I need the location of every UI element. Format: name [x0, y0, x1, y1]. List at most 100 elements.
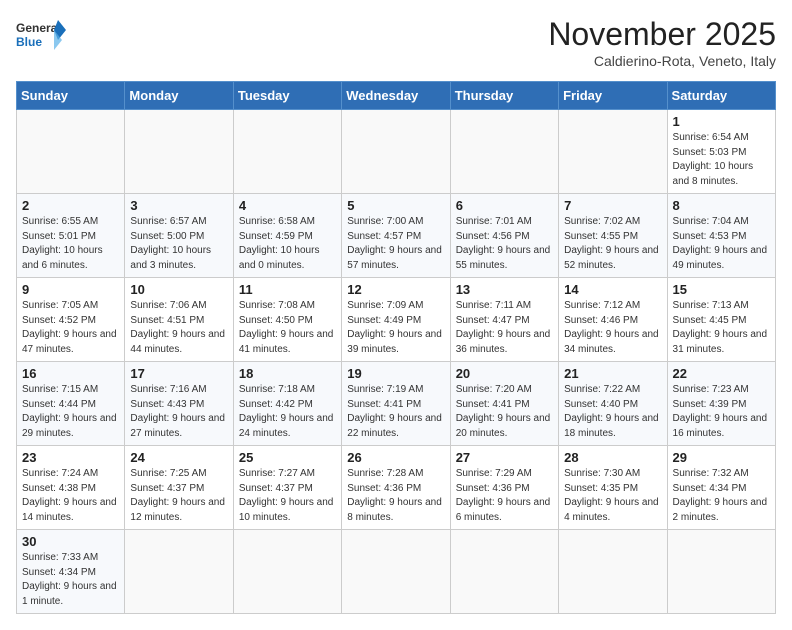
- calendar-cell: 1Sunrise: 6:54 AM Sunset: 5:03 PM Daylig…: [667, 110, 775, 194]
- calendar-week-row: 2 Sunrise: 6:55 AM Sunset: 5:01 PM Daylig…: [17, 194, 776, 278]
- calendar-cell: 28 Sunrise: 7:30 AM Sunset: 4:35 PM Dayli…: [559, 446, 667, 530]
- day-number: 5: [347, 198, 444, 213]
- day-number: 25: [239, 450, 336, 465]
- day-info: Sunrise: 7:23 AM Sunset: 4:39 PM Dayligh…: [673, 383, 770, 441]
- svg-text:General: General: [16, 21, 61, 35]
- day-number: 17: [130, 366, 227, 381]
- day-info: Sunrise: 6:57 AM Sunset: 5:00 PM Dayligh…: [130, 215, 227, 273]
- day-number: 21: [564, 366, 661, 381]
- calendar-cell: 29Sunrise: 7:32 AM Sunset: 4:34 PM Dayli…: [667, 446, 775, 530]
- day-info: Sunrise: 7:13 AM Sunset: 4:45 PM Dayligh…: [673, 299, 770, 357]
- day-number: 2: [22, 198, 119, 213]
- weekday-header: Friday: [559, 82, 667, 110]
- day-info: Sunrise: 7:18 AM Sunset: 4:42 PM Dayligh…: [239, 383, 336, 441]
- calendar-cell: 2 Sunrise: 6:55 AM Sunset: 5:01 PM Daylig…: [17, 194, 125, 278]
- location-subtitle: Caldierino-Rota, Veneto, Italy: [548, 53, 776, 69]
- day-number: 19: [347, 366, 444, 381]
- day-number: 9: [22, 282, 119, 297]
- day-number: 8: [673, 198, 770, 213]
- calendar-cell: [450, 530, 558, 614]
- month-year-title: November 2025: [548, 16, 776, 53]
- calendar-cell: 24 Sunrise: 7:25 AM Sunset: 4:37 PM Dayli…: [125, 446, 233, 530]
- calendar-cell: [342, 110, 450, 194]
- weekday-header: Saturday: [667, 82, 775, 110]
- day-info: Sunrise: 7:33 AM Sunset: 4:34 PM Dayligh…: [22, 551, 119, 609]
- calendar-cell: [559, 110, 667, 194]
- weekday-header-row: SundayMondayTuesdayWednesdayThursdayFrid…: [17, 82, 776, 110]
- weekday-header: Monday: [125, 82, 233, 110]
- day-info: Sunrise: 7:19 AM Sunset: 4:41 PM Dayligh…: [347, 383, 444, 441]
- day-number: 30: [22, 534, 119, 549]
- logo-svg: General Blue: [16, 16, 66, 60]
- calendar-cell: 21 Sunrise: 7:22 AM Sunset: 4:40 PM Dayli…: [559, 362, 667, 446]
- weekday-header: Wednesday: [342, 82, 450, 110]
- calendar-week-row: 9Sunrise: 7:05 AM Sunset: 4:52 PM Daylig…: [17, 278, 776, 362]
- day-info: Sunrise: 7:00 AM Sunset: 4:57 PM Dayligh…: [347, 215, 444, 273]
- calendar-cell: 8Sunrise: 7:04 AM Sunset: 4:53 PM Daylig…: [667, 194, 775, 278]
- day-info: Sunrise: 7:22 AM Sunset: 4:40 PM Dayligh…: [564, 383, 661, 441]
- calendar-cell: 19 Sunrise: 7:19 AM Sunset: 4:41 PM Dayli…: [342, 362, 450, 446]
- day-number: 27: [456, 450, 553, 465]
- calendar-week-row: 23 Sunrise: 7:24 AM Sunset: 4:38 PM Dayli…: [17, 446, 776, 530]
- day-info: Sunrise: 7:11 AM Sunset: 4:47 PM Dayligh…: [456, 299, 553, 357]
- calendar-cell: 11Sunrise: 7:08 AM Sunset: 4:50 PM Dayli…: [233, 278, 341, 362]
- day-info: Sunrise: 7:32 AM Sunset: 4:34 PM Dayligh…: [673, 467, 770, 525]
- calendar-cell: 30 Sunrise: 7:33 AM Sunset: 4:34 PM Dayli…: [17, 530, 125, 614]
- day-info: Sunrise: 7:27 AM Sunset: 4:37 PM Dayligh…: [239, 467, 336, 525]
- day-number: 28: [564, 450, 661, 465]
- calendar-cell: 26Sunrise: 7:28 AM Sunset: 4:36 PM Dayli…: [342, 446, 450, 530]
- day-number: 10: [130, 282, 227, 297]
- day-info: Sunrise: 7:01 AM Sunset: 4:56 PM Dayligh…: [456, 215, 553, 273]
- day-info: Sunrise: 7:29 AM Sunset: 4:36 PM Dayligh…: [456, 467, 553, 525]
- calendar-cell: 7 Sunrise: 7:02 AM Sunset: 4:55 PM Daylig…: [559, 194, 667, 278]
- calendar-cell: 4Sunrise: 6:58 AM Sunset: 4:59 PM Daylig…: [233, 194, 341, 278]
- day-number: 22: [673, 366, 770, 381]
- day-number: 23: [22, 450, 119, 465]
- weekday-header: Tuesday: [233, 82, 341, 110]
- calendar-table: SundayMondayTuesdayWednesdayThursdayFrid…: [16, 81, 776, 614]
- calendar-cell: [125, 110, 233, 194]
- calendar-cell: 10 Sunrise: 7:06 AM Sunset: 4:51 PM Dayli…: [125, 278, 233, 362]
- day-number: 16: [22, 366, 119, 381]
- calendar-cell: 23 Sunrise: 7:24 AM Sunset: 4:38 PM Dayli…: [17, 446, 125, 530]
- day-info: Sunrise: 7:24 AM Sunset: 4:38 PM Dayligh…: [22, 467, 119, 525]
- day-number: 7: [564, 198, 661, 213]
- day-info: Sunrise: 7:20 AM Sunset: 4:41 PM Dayligh…: [456, 383, 553, 441]
- calendar-week-row: 1Sunrise: 6:54 AM Sunset: 5:03 PM Daylig…: [17, 110, 776, 194]
- calendar-cell: [17, 110, 125, 194]
- day-info: Sunrise: 7:30 AM Sunset: 4:35 PM Dayligh…: [564, 467, 661, 525]
- calendar-week-row: 30 Sunrise: 7:33 AM Sunset: 4:34 PM Dayli…: [17, 530, 776, 614]
- day-info: Sunrise: 7:28 AM Sunset: 4:36 PM Dayligh…: [347, 467, 444, 525]
- calendar-cell: 13 Sunrise: 7:11 AM Sunset: 4:47 PM Dayli…: [450, 278, 558, 362]
- day-number: 12: [347, 282, 444, 297]
- day-info: Sunrise: 7:08 AM Sunset: 4:50 PM Dayligh…: [239, 299, 336, 357]
- day-info: Sunrise: 6:55 AM Sunset: 5:01 PM Dayligh…: [22, 215, 119, 273]
- calendar-cell: [450, 110, 558, 194]
- calendar-cell: 22 Sunrise: 7:23 AM Sunset: 4:39 PM Dayli…: [667, 362, 775, 446]
- calendar-cell: 3Sunrise: 6:57 AM Sunset: 5:00 PM Daylig…: [125, 194, 233, 278]
- day-number: 13: [456, 282, 553, 297]
- day-info: Sunrise: 7:15 AM Sunset: 4:44 PM Dayligh…: [22, 383, 119, 441]
- calendar-cell: [342, 530, 450, 614]
- calendar-cell: 15 Sunrise: 7:13 AM Sunset: 4:45 PM Dayli…: [667, 278, 775, 362]
- calendar-cell: 9Sunrise: 7:05 AM Sunset: 4:52 PM Daylig…: [17, 278, 125, 362]
- day-info: Sunrise: 7:09 AM Sunset: 4:49 PM Dayligh…: [347, 299, 444, 357]
- day-info: Sunrise: 7:06 AM Sunset: 4:51 PM Dayligh…: [130, 299, 227, 357]
- day-number: 4: [239, 198, 336, 213]
- weekday-header: Sunday: [17, 82, 125, 110]
- calendar-cell: 25 Sunrise: 7:27 AM Sunset: 4:37 PM Dayli…: [233, 446, 341, 530]
- day-info: Sunrise: 7:02 AM Sunset: 4:55 PM Dayligh…: [564, 215, 661, 273]
- day-info: Sunrise: 7:12 AM Sunset: 4:46 PM Dayligh…: [564, 299, 661, 357]
- day-info: Sunrise: 7:25 AM Sunset: 4:37 PM Dayligh…: [130, 467, 227, 525]
- calendar-cell: 6 Sunrise: 7:01 AM Sunset: 4:56 PM Daylig…: [450, 194, 558, 278]
- logo: General Blue: [16, 16, 66, 60]
- weekday-header: Thursday: [450, 82, 558, 110]
- calendar-cell: 12 Sunrise: 7:09 AM Sunset: 4:49 PM Dayli…: [342, 278, 450, 362]
- svg-text:Blue: Blue: [16, 35, 42, 49]
- day-info: Sunrise: 7:16 AM Sunset: 4:43 PM Dayligh…: [130, 383, 227, 441]
- day-number: 18: [239, 366, 336, 381]
- calendar-cell: [559, 530, 667, 614]
- day-number: 24: [130, 450, 227, 465]
- day-number: 6: [456, 198, 553, 213]
- day-number: 15: [673, 282, 770, 297]
